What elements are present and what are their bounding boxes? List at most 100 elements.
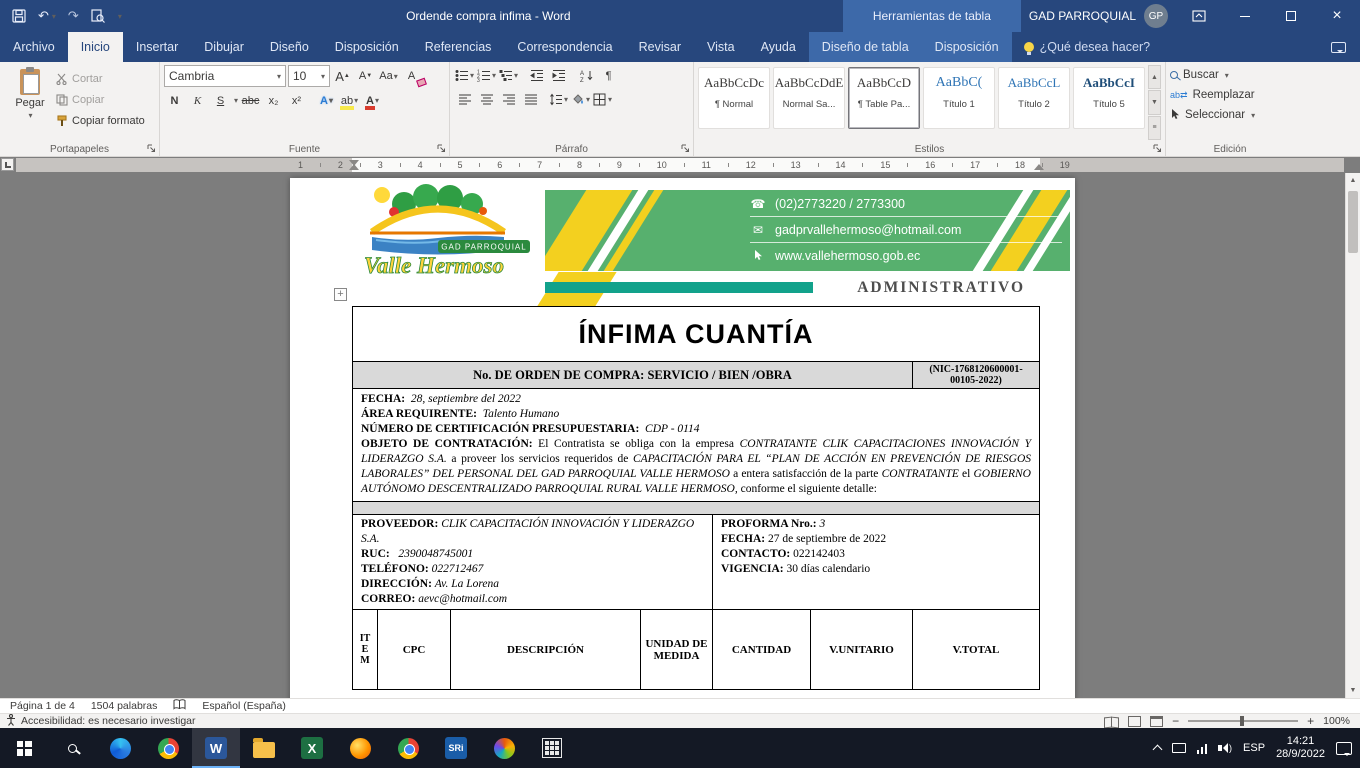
display-icon[interactable] [1172, 743, 1186, 753]
zoom-in-icon[interactable]: + [1307, 714, 1314, 728]
read-mode-icon[interactable] [1104, 716, 1119, 727]
taskbar-search-button[interactable] [48, 728, 96, 768]
tab-ayuda[interactable]: Ayuda [748, 32, 809, 62]
tab-diseno-de-tabla[interactable]: Diseño de tabla [809, 32, 922, 62]
accessibility-checker[interactable]: Accesibilidad: es necesario investigar [6, 714, 196, 729]
scroll-up-icon[interactable]: ▲ [1346, 173, 1360, 188]
minimize-button[interactable] [1222, 0, 1268, 32]
align-left-button[interactable] [454, 89, 475, 110]
print-preview-icon[interactable] [91, 9, 105, 23]
underline-dropdown-icon[interactable]: ▾ [234, 96, 238, 105]
borders-button[interactable]: ▾ [592, 89, 613, 110]
paste-dropdown-icon[interactable]: ▾ [28, 111, 32, 120]
redo-icon[interactable]: ↷ [68, 8, 79, 24]
find-button[interactable]: Buscar ▾ [1170, 65, 1290, 85]
comments-button[interactable] [1317, 32, 1360, 62]
tab-inicio[interactable]: Inicio [68, 32, 123, 62]
account-area[interactable]: GAD PARROQUIAL GP [1021, 4, 1176, 28]
tab-selector[interactable] [1, 158, 14, 171]
font-name-combo[interactable]: Cambria ▾ [164, 65, 286, 87]
undo-dropdown-icon[interactable]: ▾ [52, 12, 56, 21]
language-indicator[interactable]: Español (España) [202, 700, 285, 712]
table-move-handle[interactable]: + [334, 288, 347, 301]
show-paragraph-marks-button[interactable]: ¶ [598, 65, 619, 86]
strikethrough-button[interactable]: abc [240, 90, 261, 111]
decrease-indent-button[interactable] [526, 65, 547, 86]
tell-me-search[interactable]: ¿Qué desea hacer? [1012, 32, 1163, 62]
tab-disposicion-tabla[interactable]: Disposición [922, 32, 1012, 62]
edge-taskbar-icon[interactable] [96, 728, 144, 768]
copy-button[interactable]: Copiar [56, 90, 145, 109]
tab-correspondencia[interactable]: Correspondencia [504, 32, 625, 62]
select-button[interactable]: Seleccionar ▾ [1170, 105, 1290, 125]
document-page[interactable]: GAD PARROQUIAL Valle Hermoso ☎ (02)27732… [290, 178, 1075, 698]
scrollbar-thumb[interactable] [1348, 191, 1358, 253]
sort-button[interactable]: AZ [576, 65, 597, 86]
ribbon-display-options-icon[interactable] [1176, 0, 1222, 32]
styles-gallery-expand-icon[interactable]: ≡ [1148, 116, 1161, 140]
undo-icon[interactable]: ↶▾ [38, 8, 56, 24]
shrink-font-button[interactable]: A▼ [355, 66, 376, 87]
align-center-button[interactable] [476, 89, 497, 110]
change-case-button[interactable]: Aa▾ [378, 66, 399, 87]
font-color-button[interactable]: A▾ [362, 90, 383, 111]
font-dialog-launcher-icon[interactable] [436, 143, 447, 154]
vertical-scrollbar[interactable]: ▲ ▼ [1345, 173, 1360, 698]
font-name-dropdown-icon[interactable]: ▾ [277, 72, 281, 81]
horizontal-ruler[interactable]: 12345678910111213141516171819 [0, 157, 1360, 173]
zoom-slider-thumb[interactable] [1240, 716, 1244, 726]
grow-font-button[interactable]: A▲ [332, 66, 353, 87]
chrome-2-taskbar-icon[interactable] [384, 728, 432, 768]
bullets-button[interactable]: ▾ [454, 65, 475, 86]
word-count[interactable]: 1504 palabras [91, 700, 158, 712]
style-normal-sa[interactable]: AaBbCcDdE Normal Sa... [773, 67, 845, 129]
customize-toolbar-icon[interactable]: ▾ [117, 12, 122, 21]
page-indicator[interactable]: Página 1 de 4 [10, 700, 75, 712]
action-center-icon[interactable] [1336, 742, 1352, 755]
tray-expand-chevron-icon[interactable] [1152, 745, 1162, 755]
font-size-combo[interactable]: 10 ▾ [288, 65, 330, 87]
save-icon[interactable] [12, 9, 26, 23]
replace-button[interactable]: ab⇄ Reemplazar [1170, 85, 1290, 105]
line-spacing-button[interactable]: ▾ [548, 89, 569, 110]
sri-taskbar-icon[interactable]: SRi [432, 728, 480, 768]
text-effects-button[interactable]: A▾ [316, 90, 337, 111]
excel-taskbar-icon[interactable]: X [288, 728, 336, 768]
style-table-paragraph[interactable]: AaBbCcD ¶ Table Pa... [848, 67, 920, 129]
shading-button[interactable]: ▾ [570, 89, 591, 110]
maximize-button[interactable] [1268, 0, 1314, 32]
align-right-button[interactable] [498, 89, 519, 110]
style-titulo-2[interactable]: AaBbCcL Título 2 [998, 67, 1070, 129]
close-button[interactable]: × [1314, 0, 1360, 32]
justify-button[interactable] [520, 89, 541, 110]
style-titulo-5[interactable]: AaBbCcI Título 5 [1073, 67, 1145, 129]
order-table[interactable]: ÍNFIMA CUANTÍA No. DE ORDEN DE COMPRA: S… [352, 306, 1040, 690]
colorful-app-taskbar-icon[interactable] [480, 728, 528, 768]
paste-button[interactable]: Pegar ▾ [4, 65, 56, 140]
format-painter-button[interactable]: Copiar formato [56, 111, 145, 130]
multilevel-list-button[interactable]: ▾ [498, 65, 519, 86]
firefox-taskbar-icon[interactable] [336, 728, 384, 768]
superscript-button[interactable]: x² [286, 90, 307, 111]
chrome-taskbar-icon[interactable] [144, 728, 192, 768]
clear-formatting-button[interactable]: A [401, 66, 422, 87]
avatar[interactable]: GP [1144, 4, 1168, 28]
tab-vista[interactable]: Vista [694, 32, 748, 62]
network-signal-icon[interactable] [1197, 743, 1208, 754]
tab-insertar[interactable]: Insertar [123, 32, 191, 62]
subscript-button[interactable]: x₂ [263, 90, 284, 111]
right-indent-marker[interactable] [1034, 164, 1044, 170]
highlight-button[interactable]: ab▾ [339, 90, 360, 111]
style-normal[interactable]: AaBbCcDc ¶ Normal [698, 67, 770, 129]
start-button[interactable] [0, 728, 48, 768]
zoom-out-icon[interactable]: − [1172, 714, 1179, 728]
word-taskbar-icon[interactable]: W [192, 728, 240, 768]
web-layout-icon[interactable] [1150, 716, 1163, 727]
clock[interactable]: 14:21 28/9/2022 [1276, 735, 1325, 761]
bold-button[interactable]: N [164, 90, 185, 111]
cut-button[interactable]: Cortar [56, 69, 145, 88]
italic-button[interactable]: K [187, 90, 208, 111]
tab-revisar[interactable]: Revisar [626, 32, 694, 62]
font-size-dropdown-icon[interactable]: ▾ [321, 72, 325, 81]
styles-dialog-launcher-icon[interactable] [1152, 143, 1163, 154]
